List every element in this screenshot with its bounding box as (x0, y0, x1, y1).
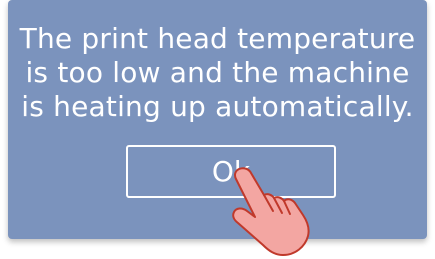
message-line-1: The print head temperature (19, 22, 416, 55)
dialog-message: The print head temperature is too low an… (8, 22, 427, 124)
message-line-2: is too low and the machine (25, 56, 410, 89)
tap-hand-icon (232, 167, 310, 256)
message-line-3: is heating up automatically. (21, 90, 414, 123)
alert-dialog: The print head temperature is too low an… (8, 0, 427, 239)
